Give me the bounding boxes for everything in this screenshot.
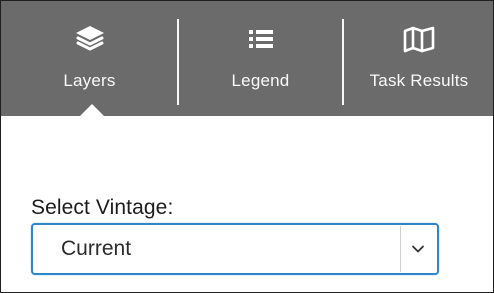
tab-task-results-label: Task Results	[369, 71, 469, 90]
tab-legend[interactable]: Legend	[178, 1, 343, 116]
select-vintage-value: Current	[61, 237, 132, 260]
layers-panel: Select Vintage: Current	[1, 116, 493, 292]
select-vintage-dropdown[interactable]: Current	[31, 223, 439, 275]
app-frame: Layers Legend Task Results Select Vintag…	[0, 0, 494, 293]
list-icon	[243, 21, 279, 57]
tab-task-results[interactable]: Task Results	[343, 1, 493, 116]
dropdown-toggle[interactable]	[400, 226, 435, 272]
select-vintage-label: Select Vintage:	[31, 196, 174, 219]
layers-icon	[72, 21, 108, 57]
tab-divider	[342, 19, 344, 105]
tab-layers[interactable]: Layers	[1, 1, 178, 116]
tab-divider	[177, 19, 179, 105]
tab-bar: Layers Legend Task Results	[1, 1, 493, 116]
chevron-down-icon	[412, 245, 424, 253]
map-icon	[401, 21, 437, 57]
active-tab-pointer	[80, 104, 104, 116]
tab-legend-label: Legend	[231, 71, 290, 90]
tab-layers-label: Layers	[63, 71, 116, 90]
